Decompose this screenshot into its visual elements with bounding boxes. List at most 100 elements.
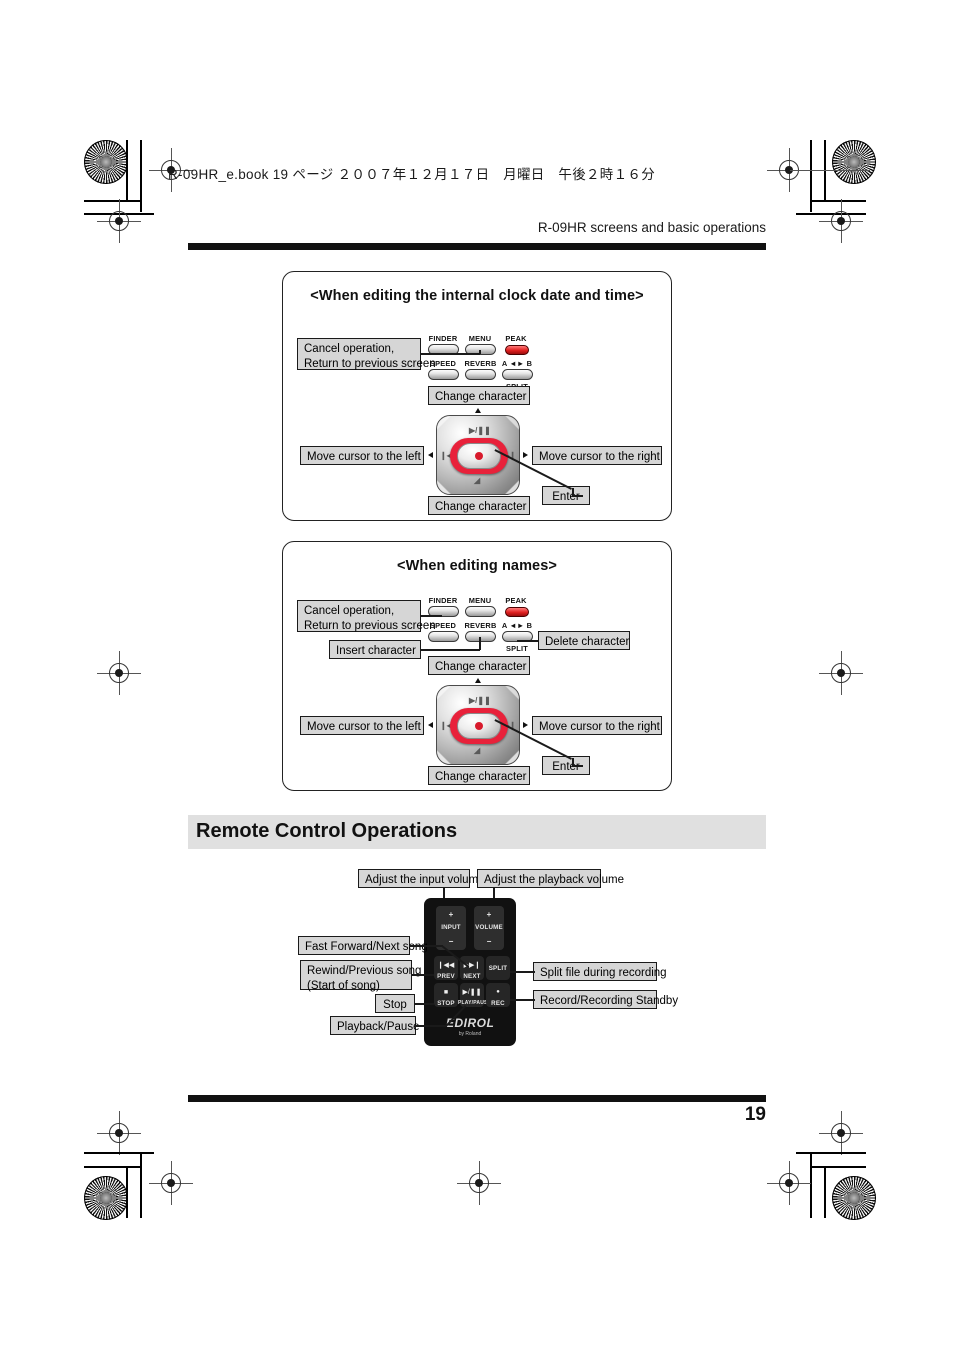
registration-starburst-top-left <box>84 140 128 184</box>
panel1-speed-button[interactable] <box>428 369 459 380</box>
remote-split-callout: Split file during recording <box>533 962 667 981</box>
panel2-enter-lead-h <box>573 765 583 767</box>
panel2-stop-glyph-icon: ◢ <box>474 746 481 755</box>
panel2-peak-label: PEAK <box>505 596 527 605</box>
panel2-reverb-label: REVERB <box>464 621 497 630</box>
remote-play-pause-label: PLAY/PAUSE <box>458 1000 492 1006</box>
registration-target-bottom-right <box>767 1161 811 1205</box>
remote-control-body: + INPUT − + VOLUME − ❙◀◀ PREV ▶▶❙ NEXT S… <box>424 898 516 1046</box>
panel2-move-right-callout: Move cursor to the right <box>532 716 662 735</box>
panel1-left-arrow-icon <box>428 452 433 458</box>
remote-play-pause-lead-h <box>415 1025 447 1027</box>
remote-input-label: INPUT <box>441 924 461 931</box>
panel-editing-clock: <When editing the internal clock date an… <box>282 271 672 521</box>
panel2-title: <When editing names> <box>397 558 557 574</box>
panel2-change-top-callout: Change character <box>428 656 530 675</box>
remote-record-lead-h <box>510 999 535 1001</box>
running-head: R-09HR screens and basic operations <box>537 220 766 235</box>
panel1-cancel-lead-h <box>420 353 480 355</box>
registration-starburst-bottom-right <box>832 1176 876 1220</box>
panel2-delete-lead-h <box>517 640 539 642</box>
remote-split-lead-h <box>510 971 535 973</box>
panel2-split-label: SPLIT <box>506 644 528 653</box>
panel2-delete-callout: Delete character <box>538 631 630 650</box>
page-number: 19 <box>744 1104 766 1125</box>
panel2-insert-callout: Insert character <box>329 640 421 659</box>
panel1-enter-lead-v <box>572 488 574 497</box>
remote-rew-prev-callout: Rewind/Previous song (Start of song) <box>300 960 421 992</box>
panel2-menu-button[interactable] <box>465 606 496 617</box>
registration-starburst-bottom-left <box>84 1176 128 1220</box>
registration-target-left-upper <box>97 199 141 243</box>
remote-prev-icon: ❙◀◀ <box>437 962 455 969</box>
panel1-ab-button[interactable] <box>502 369 533 380</box>
crop-mark-top-left-v2 <box>140 140 142 212</box>
panel2-speed-button[interactable] <box>428 631 459 642</box>
remote-rew-prev-lead-h <box>411 974 434 976</box>
panel1-peak-indicator <box>505 345 529 355</box>
registration-target-right-lower <box>819 1111 863 1155</box>
remote-play-pause-callout: Playback/Pause <box>330 1016 419 1035</box>
panel1-change-top-callout: Change character <box>428 386 530 405</box>
panel1-right-arrow-icon <box>523 452 528 458</box>
book-info-line: R-09HR_e.book 19 ページ ２００７年１２月１７日 月曜日 午後２… <box>168 167 655 182</box>
panel2-record-dot-icon <box>475 722 483 730</box>
remote-playback-volume-callout: Adjust the playback volume <box>477 869 624 888</box>
registration-target-left-lower <box>97 1111 141 1155</box>
registration-target-bottom-left <box>149 1161 193 1205</box>
remote-stop-callout: Stop <box>375 994 415 1013</box>
remote-ff-next-callout: Fast Forward/Next song <box>298 936 428 955</box>
panel2-left-arrow-icon <box>428 722 433 728</box>
panel1-finder-label: FINDER <box>428 334 458 343</box>
remote-volume-minus-label: − <box>486 937 492 946</box>
crop-mark-bottom-left-h1 <box>84 1152 154 1154</box>
remote-record-callout: Record/Recording Standby <box>533 990 678 1009</box>
remote-prev-label: PREV <box>437 973 455 980</box>
registration-starburst-top-right <box>832 140 876 184</box>
remote-ff-next-lead-h <box>409 945 443 947</box>
crop-mark-bottom-right-v2 <box>824 1166 826 1218</box>
panel2-cancel-callout: Cancel operation, Return to previous scr… <box>297 600 436 632</box>
registration-target-left-middle <box>97 651 141 695</box>
panel1-move-right-callout: Move cursor to the right <box>532 446 662 465</box>
panel2-change-bottom-callout: Change character <box>428 766 530 785</box>
crop-mark-bottom-left-v1 <box>140 1152 142 1218</box>
panel1-cancel-callout: Cancel operation, Return to previous scr… <box>297 338 436 370</box>
panel2-insert-lead-v <box>479 637 481 650</box>
panel1-reverb-button[interactable] <box>465 369 496 380</box>
panel2-right-arrow-icon <box>523 722 528 728</box>
panel2-cancel-lead-h <box>420 615 442 617</box>
crop-mark-bottom-right-h2 <box>810 1166 866 1168</box>
panel2-enter-lead-v <box>572 758 574 767</box>
header-edge-rule <box>790 170 870 172</box>
footer-rule <box>188 1095 766 1102</box>
panel1-ab-label: A ◄► B <box>501 359 533 368</box>
remote-input-plus-label: + <box>448 910 454 919</box>
remote-volume-plus-label: + <box>486 910 492 919</box>
panel2-play-pause-glyph-icon: ▶/❚❚ <box>469 696 491 705</box>
panel1-record-dot-icon <box>475 452 483 460</box>
panel2-finder-label: FINDER <box>428 596 458 605</box>
crop-mark-top-left-v1 <box>126 140 128 202</box>
panel2-peak-indicator <box>505 607 529 617</box>
panel-editing-names: <When editing names> FINDER MENU PEAK SP… <box>282 541 672 791</box>
panel1-up-arrow-icon <box>475 408 481 413</box>
section-heading-title: Remote Control Operations <box>196 820 458 842</box>
crop-mark-bottom-left-v2 <box>126 1166 128 1218</box>
remote-roland-sublogo: by Roland <box>458 1031 482 1037</box>
remote-input-volume-callout: Adjust the input volume <box>358 869 485 888</box>
panel1-cancel-lead-v <box>479 350 481 354</box>
panel1-menu-label: MENU <box>468 334 492 343</box>
crop-mark-bottom-left-h2 <box>84 1166 140 1168</box>
remote-split-label: SPLIT <box>488 965 508 972</box>
remote-stop-label: STOP <box>437 1000 455 1007</box>
registration-target-right-middle <box>819 651 863 695</box>
remote-rec-icon: ● <box>496 989 500 995</box>
crop-mark-bottom-right-v1 <box>810 1152 812 1218</box>
remote-next-label: NEXT <box>463 973 481 980</box>
panel2-insert-lead-h <box>420 649 480 651</box>
panel1-title: <When editing the internal clock date an… <box>310 288 644 304</box>
panel1-move-left-callout: Move cursor to the left <box>300 446 424 465</box>
remote-rec-label: REC <box>491 1000 505 1007</box>
crop-mark-top-right-h1 <box>810 200 866 202</box>
